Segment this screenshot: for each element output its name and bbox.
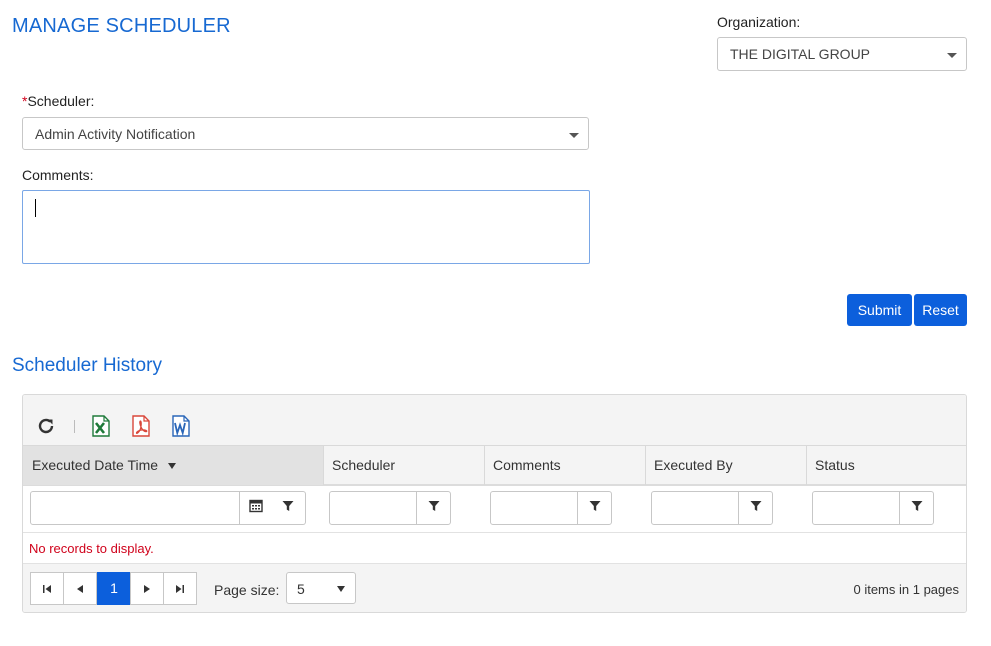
scheduler-dropdown[interactable]: Admin Activity Notification <box>22 117 589 150</box>
next-page-button[interactable] <box>130 572 164 605</box>
submit-button[interactable]: Submit <box>847 294 912 326</box>
previous-page-icon <box>77 584 83 593</box>
filter-icon <box>282 499 294 517</box>
filter-input-status[interactable] <box>812 491 900 525</box>
page-size-value: 5 <box>297 581 305 597</box>
previous-page-button[interactable] <box>63 572 97 605</box>
first-page-icon <box>43 584 51 593</box>
no-records-message: No records to display. <box>29 541 154 556</box>
filter-icon <box>428 499 440 517</box>
filter-input-executed-date-time[interactable] <box>30 491 240 525</box>
page-size-label: Page size: <box>214 582 280 598</box>
organization-dropdown[interactable]: THE DIGITAL GROUP <box>717 37 967 71</box>
no-records-row: No records to display. <box>23 533 966 564</box>
filter-button-comments[interactable] <box>577 491 612 525</box>
filter-icon <box>589 499 601 517</box>
page-title: MANAGE SCHEDULER <box>12 15 231 37</box>
last-page-icon <box>176 584 184 593</box>
grid-pager: 1 Page size: 5 0 items in 1 pages <box>23 564 966 612</box>
column-header-scheduler[interactable]: Scheduler <box>323 446 484 485</box>
pdf-icon[interactable] <box>131 415 151 442</box>
grid-toolbar <box>23 395 966 445</box>
organization-value: THE DIGITAL GROUP <box>730 46 871 62</box>
filter-icon <box>911 499 923 517</box>
page-button-current[interactable]: 1 <box>97 572 131 605</box>
calendar-button[interactable] <box>239 491 272 525</box>
text-cursor <box>35 199 36 217</box>
page-size-dropdown[interactable]: 5 <box>286 572 356 604</box>
filter-icon <box>750 499 762 517</box>
refresh-icon[interactable] <box>36 416 56 441</box>
filter-input-executed-by[interactable] <box>651 491 739 525</box>
chevron-down-icon <box>569 133 579 138</box>
filter-input-comments[interactable] <box>490 491 578 525</box>
history-grid: Executed Date Time Scheduler Comments Ex… <box>22 394 967 613</box>
comments-label: Comments: <box>22 167 94 183</box>
sort-desc-icon <box>168 463 177 470</box>
pager-info: 0 items in 1 pages <box>853 582 959 597</box>
scheduler-label-text: Scheduler: <box>27 93 95 109</box>
reset-button[interactable]: Reset <box>914 294 967 326</box>
grid-header-row: Executed Date Time Scheduler Comments Ex… <box>23 445 966 486</box>
comments-textarea[interactable] <box>22 190 590 264</box>
column-header-executed-date-time[interactable]: Executed Date Time <box>23 446 323 485</box>
grid-filter-row <box>23 486 966 533</box>
filter-button-executed-date-time[interactable] <box>271 491 306 525</box>
word-icon[interactable] <box>171 415 191 442</box>
chevron-down-icon <box>947 53 957 58</box>
excel-icon[interactable] <box>91 415 111 442</box>
column-header-executed-by[interactable]: Executed By <box>645 446 806 485</box>
history-title: Scheduler History <box>12 355 162 376</box>
last-page-button[interactable] <box>163 572 197 605</box>
filter-button-status[interactable] <box>899 491 934 525</box>
column-header-status[interactable]: Status <box>806 446 966 485</box>
column-header-comments[interactable]: Comments <box>484 446 645 485</box>
scheduler-value: Admin Activity Notification <box>35 126 196 142</box>
toolbar-separator <box>74 420 75 433</box>
filter-button-executed-by[interactable] <box>738 491 773 525</box>
filter-button-scheduler[interactable] <box>416 491 451 525</box>
scheduler-label: *Scheduler: <box>22 93 94 109</box>
organization-label: Organization: <box>717 14 801 30</box>
first-page-button[interactable] <box>30 572 64 605</box>
next-page-icon <box>144 584 150 593</box>
filter-input-scheduler[interactable] <box>329 491 417 525</box>
calendar-icon <box>248 499 263 518</box>
chevron-down-icon <box>337 586 345 592</box>
